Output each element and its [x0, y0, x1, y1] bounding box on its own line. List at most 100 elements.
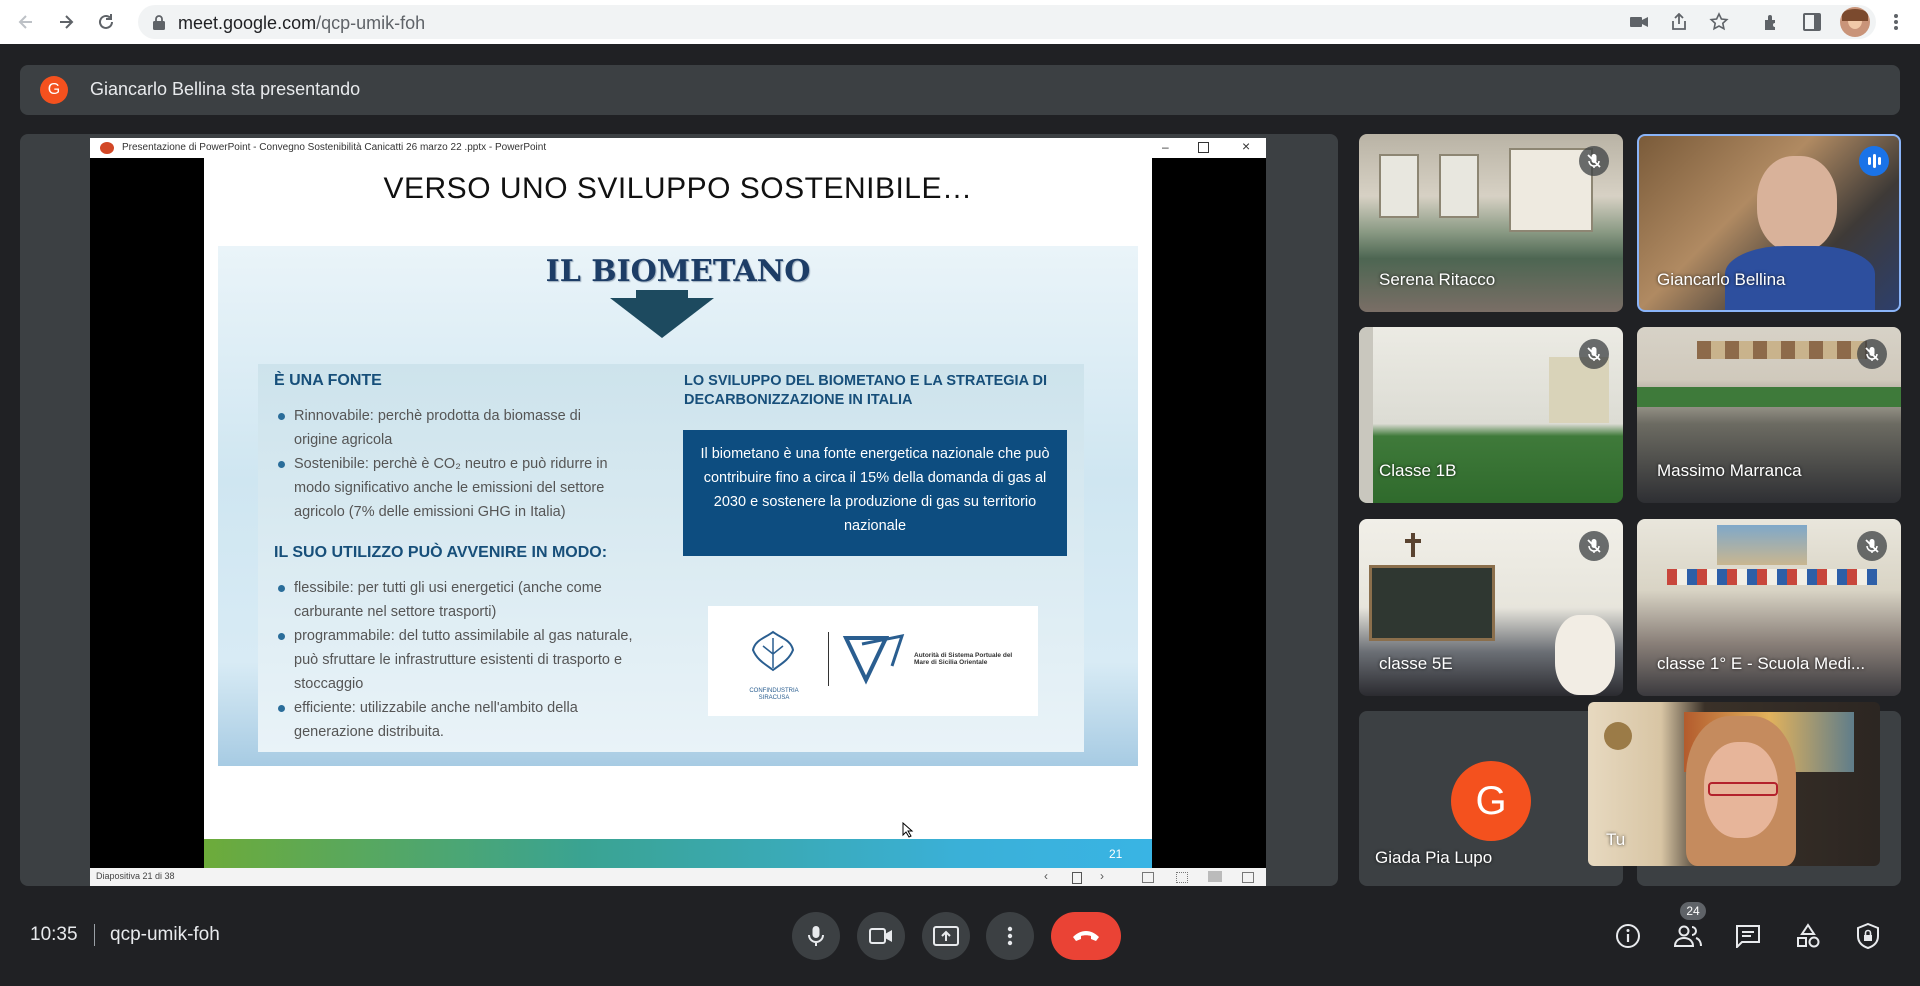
participant-tile[interactable]: G Giada Pia Lupo: [1359, 711, 1623, 886]
confindustria-logo-text: CONFINDUSTRIA SIRACUSA: [749, 688, 799, 701]
url-path: /qcp-umik-foh: [316, 13, 426, 33]
slide-page-number: 21: [1109, 847, 1123, 861]
chat-button[interactable]: [1732, 920, 1764, 952]
participant-name: classe 5E: [1379, 654, 1453, 673]
normal-view-icon[interactable]: [1142, 872, 1154, 883]
extensions-icon[interactable]: [1758, 8, 1786, 36]
participant-tile[interactable]: Massimo Marranca: [1637, 327, 1901, 503]
prev-slide-icon[interactable]: ‹: [1044, 869, 1048, 883]
logos-box: CONFINDUSTRIA SIRACUSA Autorità di Siste…: [708, 606, 1038, 716]
video-camera-icon: [869, 928, 892, 944]
leave-call-button[interactable]: [1051, 912, 1121, 960]
panel-title: IL BIOMETANO: [545, 254, 811, 289]
present-screen-icon: [933, 926, 959, 946]
slide-menu-icon[interactable]: [1072, 872, 1082, 884]
slide-counter: Diapositiva 21 di 38: [96, 871, 175, 881]
powerpoint-icon: [100, 142, 114, 154]
down-arrow-icon: [610, 298, 714, 338]
minimize-icon[interactable]: –: [1162, 140, 1174, 154]
bullet-item: Sostenibile: perchè è CO₂ neutro e può r…: [278, 452, 624, 524]
blackboard: [1369, 565, 1495, 641]
participant-name: Giada Pia Lupo: [1375, 848, 1493, 867]
meeting-code: qcp-umik-foh: [110, 924, 220, 945]
share-icon[interactable]: [1668, 11, 1690, 33]
address-bar[interactable]: meet.google.com/qcp-umik-foh: [138, 5, 1876, 39]
left-heading-2: IL SUO UTILIZZO PUÒ AVVENIRE IN MODO:: [274, 544, 608, 561]
slide-panel: IL BIOMETANO È UNA FONTE Rinnovabile: pe…: [218, 246, 1138, 766]
green-wall-strip: [1637, 387, 1901, 407]
restore-icon[interactable]: [1198, 142, 1209, 153]
participant-tile[interactable]: classe 5E: [1359, 519, 1623, 696]
back-icon[interactable]: [12, 8, 40, 36]
slide-footer-bar: 21: [204, 839, 1152, 868]
bullet-item: Rinnovabile: perchè prodotta da biomasse…: [278, 404, 624, 452]
crucifix-bar: [1405, 539, 1421, 543]
participant-face: [1757, 156, 1837, 252]
url-domain: meet.google.com: [178, 13, 317, 33]
bunting: [1667, 569, 1877, 585]
shield-lock-icon: [1857, 923, 1879, 949]
profile-avatar[interactable]: [1840, 7, 1870, 37]
self-view-tile[interactable]: Tu: [1588, 702, 1880, 866]
door-frame: [1359, 327, 1373, 503]
activities-button[interactable]: [1792, 920, 1824, 952]
powerpoint-window-title: Presentazione di PowerPoint - Convegno S…: [122, 142, 547, 153]
crucifix-icon: [1411, 533, 1415, 557]
people-button[interactable]: [1672, 920, 1704, 952]
mic-off-icon: [1579, 531, 1609, 561]
participant-tile[interactable]: Serena Ritacco: [1359, 134, 1623, 312]
side-panel-icon[interactable]: [1798, 8, 1826, 36]
bullet-item: flessibile: per tutti gli usi energetici…: [278, 576, 634, 624]
close-icon[interactable]: ×: [1242, 138, 1250, 154]
port-authority-logo-text: Autorità di Sistema Portuale del Mare di…: [914, 652, 1013, 666]
forward-icon[interactable]: [52, 8, 80, 36]
present-screen-button[interactable]: [922, 912, 970, 960]
biometano-info-box: Il biometano è una fonte energetica nazi…: [683, 430, 1067, 556]
left-heading-1: È UNA FONTE: [274, 372, 382, 389]
participant-tile-speaking[interactable]: Giancarlo Bellina: [1637, 134, 1901, 312]
clock: 10:35: [30, 924, 78, 945]
wall-poster: [1717, 525, 1807, 565]
url-text[interactable]: meet.google.com/qcp-umik-foh: [178, 13, 425, 34]
slideshow-icon[interactable]: [1242, 872, 1254, 883]
participant-name: classe 1° E - Scuola Medi...: [1657, 654, 1866, 673]
more-options-button[interactable]: [986, 912, 1034, 960]
browser-menu-icon[interactable]: [1882, 8, 1910, 36]
host-controls-button[interactable]: [1852, 920, 1884, 952]
participant-tile[interactable]: classe 1° E - Scuola Medi...: [1637, 519, 1901, 696]
reading-view-icon[interactable]: [1208, 871, 1222, 882]
bookmark-star-icon[interactable]: [1708, 11, 1730, 33]
bullet-item: programmabile: del tutto assimilabile al…: [278, 624, 634, 696]
slide-inner-panel: È UNA FONTE Rinnovabile: perchè prodotta…: [258, 364, 1084, 752]
participant-name: Serena Ritacco: [1379, 270, 1496, 289]
participant-name: Giancarlo Bellina: [1657, 270, 1786, 289]
camera-icon[interactable]: [1628, 11, 1650, 33]
presenter-banner-text: Giancarlo Bellina sta presentando: [90, 79, 361, 99]
microphone-icon: [808, 926, 824, 946]
mic-off-icon: [1579, 339, 1609, 369]
reload-icon[interactable]: [92, 8, 120, 36]
hang-up-icon: [1073, 931, 1099, 941]
slide: VERSO UNO SVILUPPO SOSTENIBILE… IL BIOME…: [204, 158, 1152, 868]
presenter-avatar: G: [40, 76, 68, 104]
lock-icon[interactable]: [148, 11, 170, 33]
participant-avatar: G: [1451, 761, 1531, 841]
mic-off-icon: [1857, 339, 1887, 369]
port-authority-logo-icon: [842, 634, 905, 685]
camera-button[interactable]: [857, 912, 905, 960]
wall-decoration: [1697, 341, 1867, 359]
powerpoint-statusbar: Diapositiva 21 di 38 ‹ ›: [90, 868, 1266, 886]
activities-shapes-icon: [1797, 923, 1820, 948]
participant-name: Classe 1B: [1379, 461, 1457, 480]
microphone-button[interactable]: [792, 912, 840, 960]
meeting-details-button[interactable]: [1612, 920, 1644, 952]
classroom-window: [1439, 154, 1479, 218]
people-icon: [1674, 925, 1702, 947]
participant-tile[interactable]: Classe 1B: [1359, 327, 1623, 503]
presenter-banner: G Giancarlo Bellina sta presentando: [20, 65, 1900, 115]
next-slide-icon[interactable]: ›: [1100, 869, 1104, 883]
bottom-divider: [94, 924, 95, 946]
mic-off-icon: [1579, 146, 1609, 176]
mic-off-icon: [1857, 531, 1887, 561]
slide-sorter-icon[interactable]: [1176, 872, 1188, 883]
